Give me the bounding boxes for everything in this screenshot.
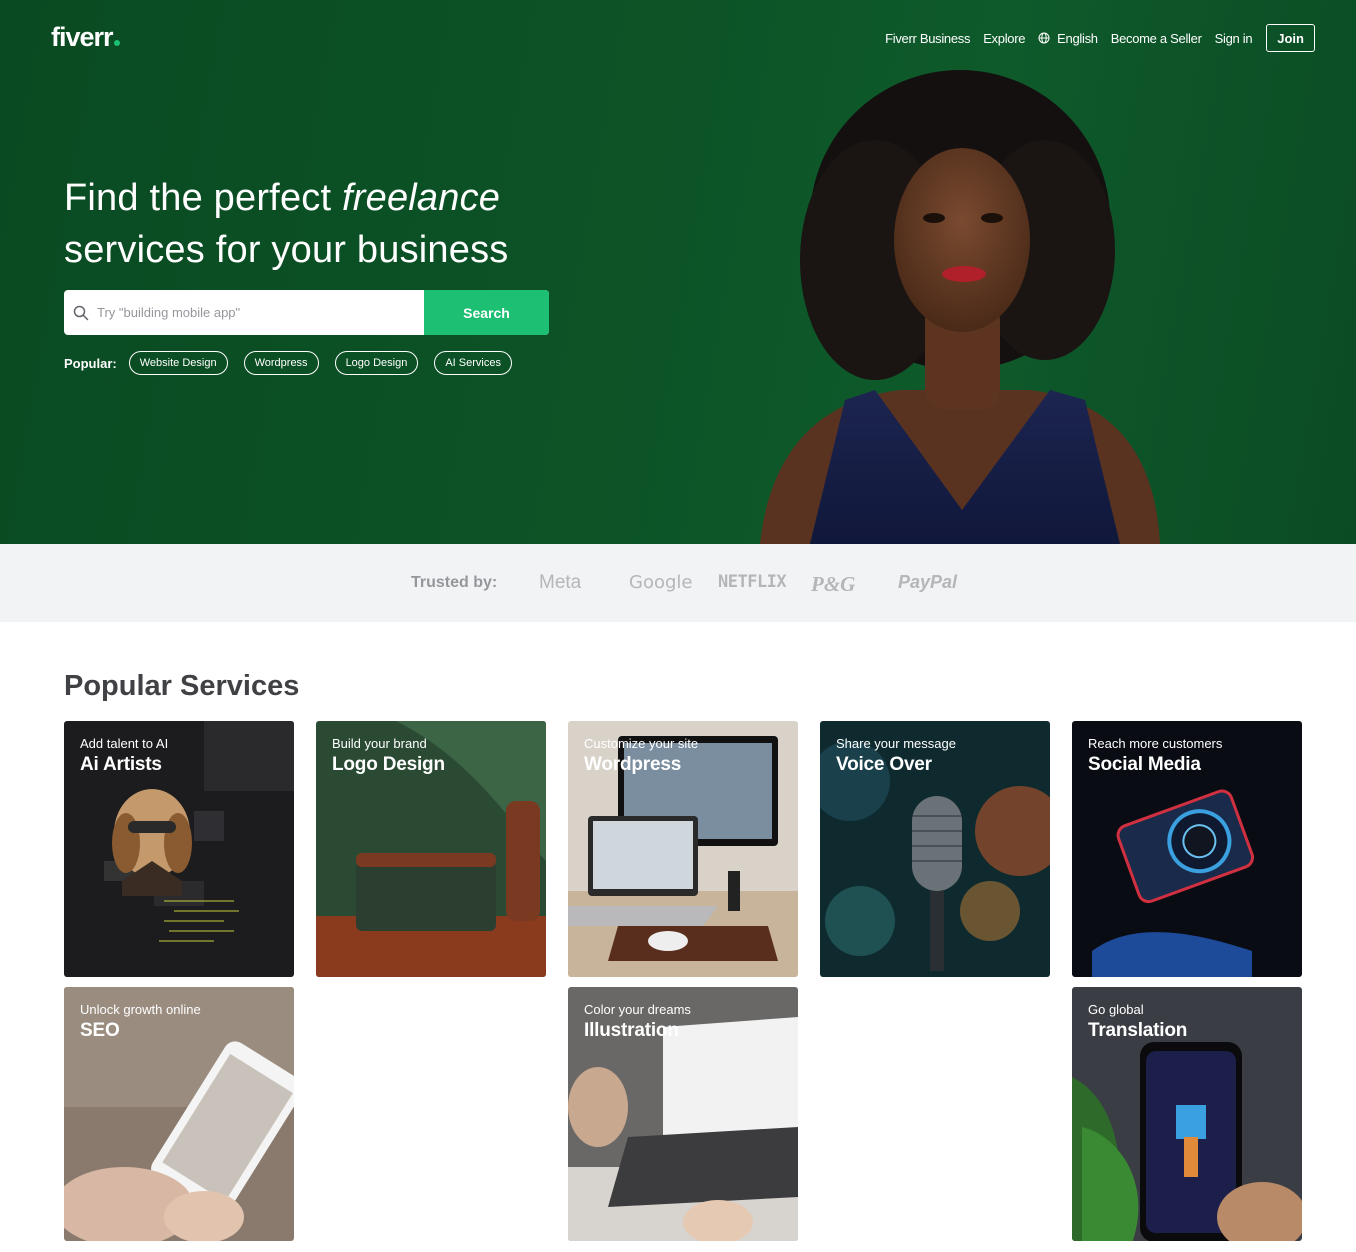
logo-text: fiverr bbox=[51, 22, 114, 52]
logo-dot bbox=[113, 40, 120, 46]
popular-tags: Popular: Website Design Wordpress Logo D… bbox=[64, 351, 528, 375]
card-title: Logo Design bbox=[332, 754, 445, 775]
netflix-logo: NETFLIX bbox=[718, 572, 787, 592]
nav-fiverr-business[interactable]: Fiverr Business bbox=[885, 31, 970, 46]
service-card-translation[interactable]: Go global Translation bbox=[1072, 987, 1302, 1241]
popular-tag-website-design[interactable]: Website Design bbox=[128, 351, 228, 375]
headline-part-2: services for your business bbox=[64, 229, 509, 271]
join-button[interactable]: Join bbox=[1266, 24, 1315, 52]
headline-emphasis: freelance bbox=[342, 177, 501, 219]
hero-headline: Find the perfect freelance services for … bbox=[64, 172, 624, 276]
nav-sign-in[interactable]: Sign in bbox=[1215, 31, 1253, 46]
card-subtitle: Color your dreams bbox=[584, 1002, 691, 1017]
popular-tag-ai-services[interactable]: AI Services bbox=[434, 351, 512, 375]
service-card-wordpress[interactable]: Customize your site Wordpress bbox=[568, 721, 798, 977]
service-card-voice-over[interactable]: Share your message Voice Over bbox=[820, 721, 1050, 977]
search-input[interactable] bbox=[97, 305, 397, 320]
card-subtitle: Unlock growth online bbox=[80, 1002, 201, 1017]
search-icon bbox=[73, 305, 89, 320]
top-navigation-bar: fiverr Fiverr Business Explore English B… bbox=[0, 0, 1356, 76]
hero-section: fiverr Fiverr Business Explore English B… bbox=[0, 0, 1356, 544]
card-subtitle: Build your brand bbox=[332, 736, 427, 751]
hero-portrait-image bbox=[760, 70, 1160, 544]
card-title: Ai Artists bbox=[80, 754, 162, 775]
meta-logo: Meta bbox=[539, 572, 582, 593]
popular-services-title: Popular Services bbox=[64, 670, 300, 702]
google-logo: Google bbox=[629, 572, 693, 593]
search-button[interactable]: Search bbox=[424, 290, 549, 335]
popular-tag-logo-design[interactable]: Logo Design bbox=[334, 351, 419, 375]
paypal-logo: PayPal bbox=[898, 572, 958, 592]
card-title: Wordpress bbox=[584, 754, 682, 775]
popular-label: Popular: bbox=[64, 355, 117, 371]
card-title: SEO bbox=[80, 1020, 120, 1041]
header-nav: Fiverr Business Explore English Become a… bbox=[872, 24, 1315, 52]
service-card-ai-artists[interactable]: Add talent to AI Ai Artists bbox=[64, 721, 294, 977]
card-subtitle: Go global bbox=[1088, 1002, 1144, 1017]
headline-part-1: Find the perfect bbox=[64, 177, 342, 219]
trusted-by-bar: Trusted by: Meta Google NETFLIX P&G PayP… bbox=[0, 544, 1356, 622]
service-card-seo[interactable]: Unlock growth online SEO bbox=[64, 987, 294, 1241]
card-title: Illustration bbox=[584, 1020, 679, 1041]
card-title: Translation bbox=[1088, 1020, 1188, 1041]
card-title: Voice Over bbox=[836, 754, 932, 775]
card-subtitle: Customize your site bbox=[584, 736, 699, 751]
search-bar: Search bbox=[64, 290, 549, 335]
popular-tag-wordpress[interactable]: Wordpress bbox=[243, 351, 319, 375]
fiverr-logo[interactable]: fiverr bbox=[51, 22, 120, 53]
trusted-by-label: Trusted by: bbox=[411, 574, 498, 591]
nav-language-label: English bbox=[1057, 30, 1098, 46]
card-title: Social Media bbox=[1088, 754, 1201, 775]
card-subtitle: Add talent to AI bbox=[80, 736, 169, 751]
service-card-logo-design[interactable]: Build your brand Logo Design bbox=[316, 721, 546, 977]
pg-logo: P&G bbox=[811, 572, 856, 596]
card-subtitle: Share your message bbox=[836, 736, 956, 751]
search-field[interactable] bbox=[64, 290, 424, 335]
nav-explore[interactable]: Explore bbox=[983, 31, 1025, 46]
card-subtitle: Reach more customers bbox=[1088, 736, 1223, 751]
service-card-illustration[interactable]: Color your dreams Illustration bbox=[568, 987, 798, 1241]
nav-language[interactable]: English bbox=[1038, 31, 1098, 46]
nav-become-seller[interactable]: Become a Seller bbox=[1111, 31, 1202, 46]
globe-icon bbox=[1038, 32, 1050, 44]
service-card-social-media[interactable]: Reach more customers Social Media bbox=[1072, 721, 1302, 977]
